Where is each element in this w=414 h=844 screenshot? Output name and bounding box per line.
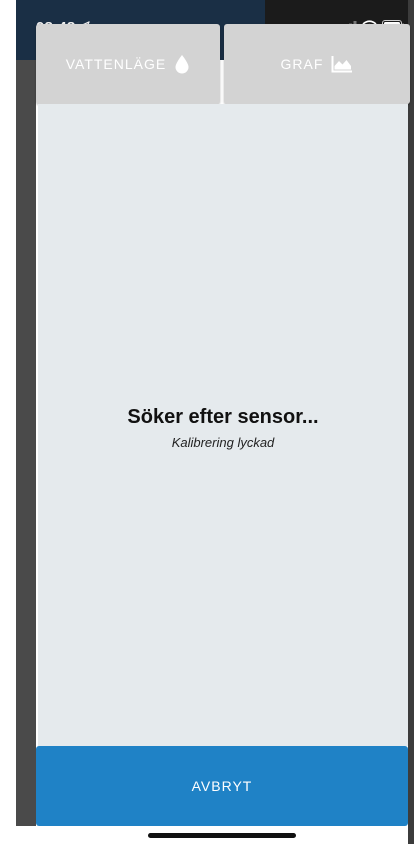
tab-graph[interactable]: GRAF [224, 24, 410, 104]
tab-graph-label: GRAF [280, 56, 324, 72]
home-indicator[interactable] [148, 833, 296, 838]
sensor-search-message: Söker efter sensor... Kalibrering lyckad [38, 406, 408, 450]
cancel-button[interactable]: AVBRYT [36, 746, 408, 826]
cancel-button-label: AVBRYT [191, 778, 253, 794]
background-dim-right [408, 0, 414, 844]
water-drop-icon [174, 54, 190, 74]
app-screen: 08:48 [0, 0, 414, 844]
area-chart-icon [331, 55, 353, 73]
calibration-status-text: Kalibrering lyckad [171, 435, 275, 450]
background-dim-left [16, 0, 36, 830]
tab-water-level-label: VATTENLÄGE [65, 56, 167, 72]
tab-water-level[interactable]: VATTENLÄGE [36, 24, 220, 104]
sensor-search-panel: Söker efter sensor... Kalibrering lyckad [38, 104, 408, 746]
sensor-search-title: Söker efter sensor... [127, 406, 319, 428]
